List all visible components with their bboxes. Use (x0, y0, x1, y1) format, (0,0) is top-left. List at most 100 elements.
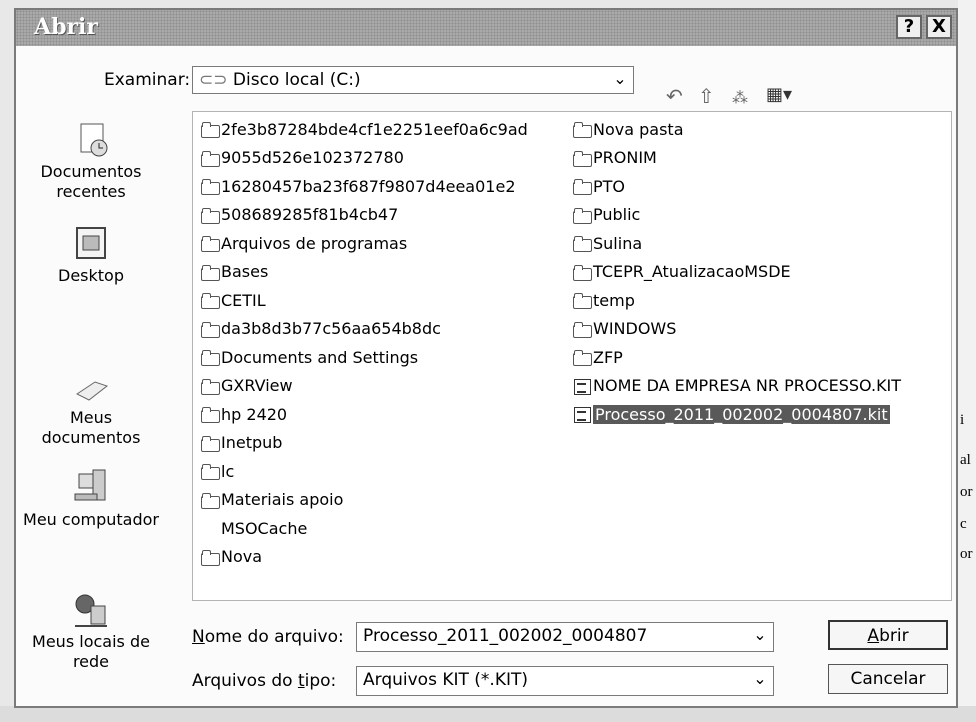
file-name: MSOCache (221, 518, 308, 538)
folder-icon (201, 150, 220, 167)
file-name: PRONIM (593, 148, 657, 167)
folder-icon (201, 378, 220, 395)
place-recent-documents[interactable]: Documentos recentes (16, 118, 166, 202)
help-icon: ? (903, 16, 915, 37)
file-name: Documents and Settings (221, 347, 419, 367)
folder-item[interactable]: Arquivos de programas (201, 232, 407, 254)
folder-icon (201, 521, 219, 535)
folder-icon (573, 264, 592, 281)
filename-label: Nome do arquivo: (192, 627, 344, 647)
folder-icon (573, 293, 592, 309)
title-bar[interactable]: Abrir ? X (16, 10, 956, 46)
folder-item[interactable]: PRONIM (573, 147, 657, 169)
folder-icon (573, 122, 592, 138)
desktop-icon (69, 222, 113, 266)
file-name: Inetpub (221, 433, 283, 452)
folder-item[interactable]: GXRView (201, 375, 293, 397)
recent-documents-icon (69, 118, 113, 162)
folder-item[interactable]: Bases (201, 261, 268, 283)
chevron-down-icon[interactable]: ⌄ (611, 69, 629, 91)
background-text: or (960, 484, 973, 500)
filetype-label: Arquivos do tipo: (192, 671, 337, 691)
my-documents-icon (69, 364, 113, 408)
filename-input[interactable]: Processo_2011_002002_0004807 ⌄ (356, 622, 774, 652)
lookin-value: ⊂⊃ Disco local (C:) (199, 70, 361, 90)
folder-icon (573, 236, 592, 252)
folder-icon (573, 179, 592, 195)
folder-icon (201, 321, 220, 338)
file-item[interactable]: Processo_2011_002002_0004807.kit (573, 403, 890, 425)
file-name: WINDOWS (593, 319, 677, 338)
lookin-dropdown[interactable]: ⊂⊃ Disco local (C:) ⌄ (192, 66, 634, 94)
folder-item[interactable]: Materiais apoio (201, 489, 343, 511)
file-list[interactable]: 2fe3b87284bde4cf1e2251eef0a6c9ad 9055d526… (192, 111, 952, 601)
my-computer-icon (69, 466, 113, 510)
network-places-icon (69, 588, 113, 632)
back-icon[interactable]: ↶ (666, 84, 683, 108)
folder-item[interactable]: 508689285f81b4cb47 (201, 204, 398, 226)
background-app-strip: i al or c or (958, 0, 976, 722)
file-name: Nova (221, 547, 263, 566)
place-network[interactable]: Meus locais de rede (16, 588, 166, 672)
folder-item[interactable]: lc (201, 460, 234, 482)
folder-item[interactable]: da3b8d3b77c56aa654b8dc (201, 318, 441, 340)
close-icon: X (932, 16, 946, 37)
folder-item[interactable]: Documents and Settings (201, 346, 418, 368)
cancel-button[interactable]: Cancelar (828, 664, 948, 694)
filetype-dropdown[interactable]: Arquivos KIT (*.KIT) ⌄ (356, 666, 774, 696)
folder-item[interactable]: MSOCache (201, 517, 307, 539)
folder-icon (201, 179, 220, 195)
folder-item[interactable]: 9055d526e102372780 (201, 147, 404, 169)
file-name: ZFP (593, 347, 623, 367)
folder-icon (201, 407, 220, 423)
folder-item[interactable]: temp (573, 289, 635, 311)
folder-icon (573, 150, 592, 167)
views-menu-icon[interactable]: ▦▾ (766, 84, 792, 105)
folder-item[interactable]: WINDOWS (573, 318, 676, 340)
close-button[interactable]: X (926, 15, 952, 39)
folder-item[interactable]: PTO (573, 175, 625, 197)
folder-icon (201, 264, 220, 281)
folder-icon (201, 207, 220, 224)
file-name: Processo_2011_002002_0004807.kit (593, 404, 890, 424)
background-bottom (0, 706, 976, 722)
folder-item[interactable]: ZFP (573, 346, 623, 368)
place-desktop[interactable]: Desktop (16, 222, 166, 286)
open-file-dialog: Abrir ? X Examinar: ⊂⊃ Disco local (C:) … (14, 8, 958, 708)
up-folder-icon[interactable]: ⇧ (698, 84, 715, 108)
place-my-computer[interactable]: Meu computador (16, 466, 166, 530)
folder-icon (201, 122, 220, 138)
place-my-documents[interactable]: Meus documentos (16, 364, 166, 448)
background-text: al (960, 452, 971, 468)
folder-item[interactable]: Public (573, 204, 640, 226)
file-name: 16280457ba23f687f9807d4eea01e2 (221, 176, 516, 196)
chevron-down-icon[interactable]: ⌄ (751, 625, 769, 647)
file-item[interactable]: NOME DA EMPRESA NR PROCESSO.KIT (573, 375, 901, 397)
folder-item[interactable]: hp 2420 (201, 403, 287, 425)
help-button[interactable]: ? (896, 15, 922, 39)
file-name: Bases (221, 262, 269, 281)
folder-item[interactable]: TCEPR_AtualizacaoMSDE (573, 261, 791, 283)
open-button[interactable]: Abrir (828, 620, 948, 650)
folder-item[interactable]: 16280457ba23f687f9807d4eea01e2 (201, 175, 516, 197)
folder-item[interactable]: Nova pasta (573, 118, 684, 140)
file-name: 2fe3b87284bde4cf1e2251eef0a6c9ad (221, 119, 528, 139)
file-name: Public (593, 205, 641, 224)
folder-item[interactable]: CETIL (201, 289, 266, 311)
folder-item[interactable]: Nova (201, 546, 262, 568)
file-name: Arquivos de programas (221, 233, 408, 253)
new-folder-icon[interactable]: ⁂ (732, 88, 748, 107)
file-name: NOME DA EMPRESA NR PROCESSO.KIT (593, 376, 902, 395)
folder-icon (201, 435, 220, 452)
lookin-label: Examinar: (104, 70, 191, 90)
chevron-down-icon[interactable]: ⌄ (751, 669, 769, 691)
folder-item[interactable]: 2fe3b87284bde4cf1e2251eef0a6c9ad (201, 118, 528, 140)
file-name: CETIL (221, 290, 266, 310)
dialog-title: Abrir (34, 14, 98, 40)
folder-icon (573, 350, 592, 366)
file-name: 508689285f81b4cb47 (221, 205, 399, 224)
folder-icon (201, 350, 220, 366)
folder-icon (201, 549, 220, 566)
folder-item[interactable]: Inetpub (201, 432, 282, 454)
folder-item[interactable]: Sulina (573, 232, 642, 254)
